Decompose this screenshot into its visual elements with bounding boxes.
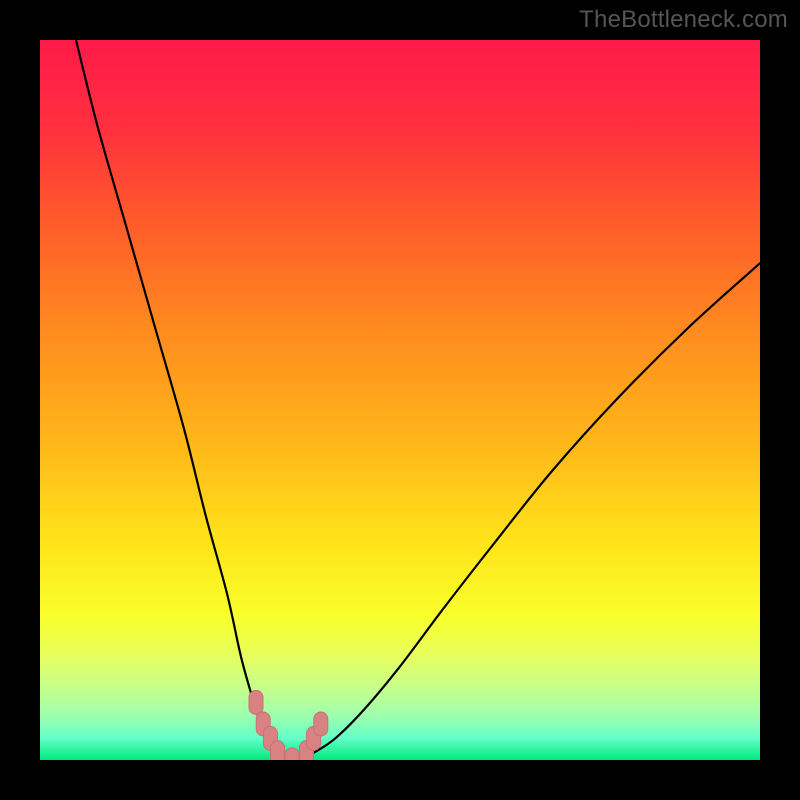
curve-marker [285,748,299,760]
curve-markers [249,690,328,760]
watermark-label: TheBottleneck.com [579,6,788,34]
chart-frame: TheBottleneck.com [0,0,800,800]
curve-marker [271,741,285,760]
curve-marker [249,690,263,714]
plot-area [40,40,760,760]
bottleneck-curve [76,40,760,760]
curve-layer [40,40,760,760]
curve-marker [314,712,328,736]
